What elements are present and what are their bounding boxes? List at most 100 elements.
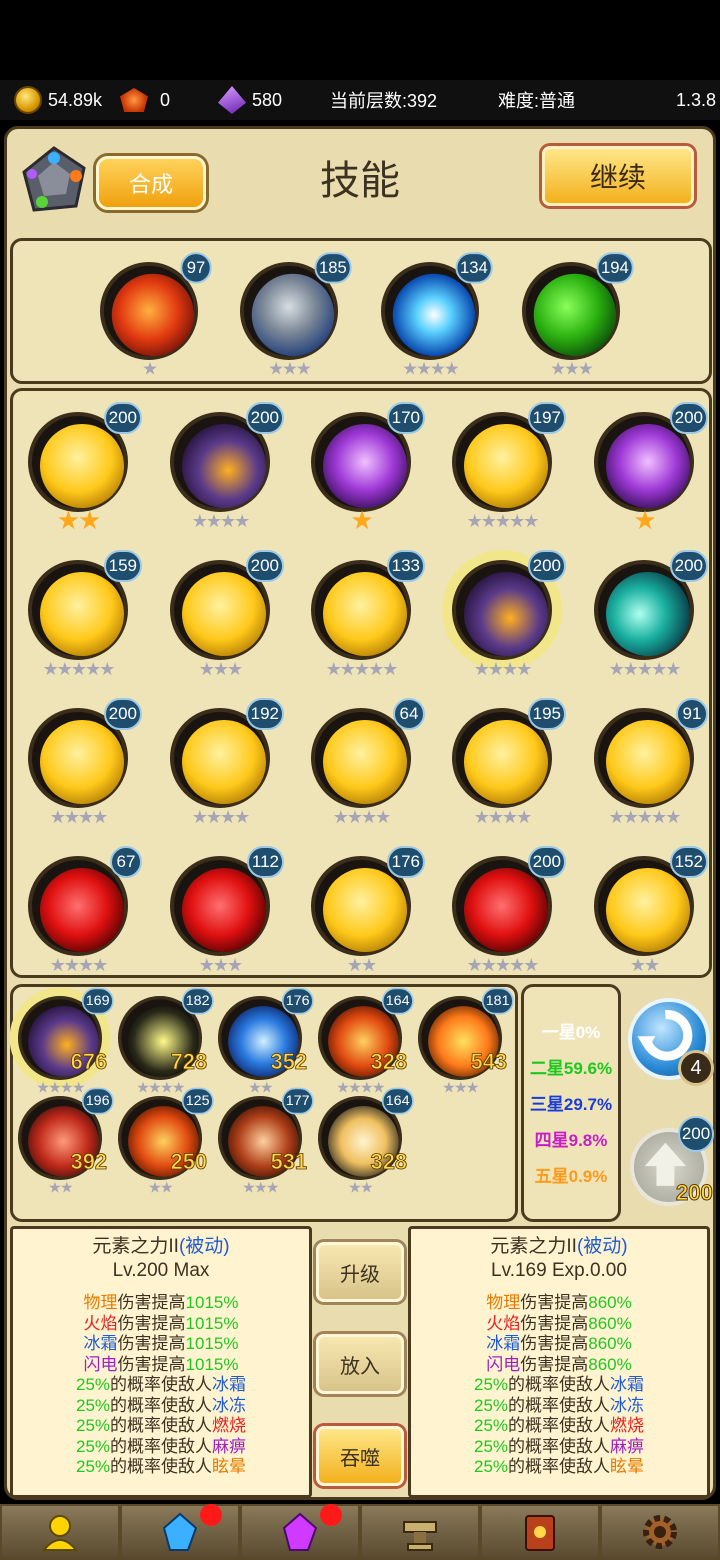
- nav-tab-settings[interactable]: [600, 1504, 720, 1560]
- chance-four-star: 四星9.8%: [534, 1131, 608, 1150]
- star-rating: ★★: [148, 1179, 173, 1196]
- star-rating: ★★★★: [49, 807, 109, 827]
- equipped-skill[interactable]: 185 ★★★: [240, 252, 352, 378]
- gear-icon: [643, 1515, 677, 1549]
- inventory-skill-slot[interactable]: 176 352 ★★: [218, 987, 314, 1095]
- grid-skill-slot[interactable]: 200 ★★★: [170, 550, 284, 678]
- grid-skill-slot[interactable]: 176 ★★: [311, 846, 425, 974]
- purple-gem-icon: [282, 1512, 318, 1551]
- star-chance-panel: 一星0% 二星59.6% 三星29.7% 四星9.8% 五星0.9%: [521, 984, 621, 1222]
- skill-count: 728: [170, 1048, 208, 1075]
- equipped-skill[interactable]: 194 ★★★: [522, 252, 634, 378]
- grid-skill-slot[interactable]: 200 ★★★★: [28, 698, 142, 826]
- inventory-skill-slot[interactable]: 125 250 ★★: [118, 1087, 214, 1195]
- grid-skill-slot[interactable]: 200 ★★★★★: [594, 550, 708, 678]
- gem-value: 0: [160, 89, 171, 110]
- coin-value: 54.89k: [48, 89, 103, 110]
- gold-skill-icon: [323, 572, 407, 656]
- version-label: 1.3.8: [676, 89, 717, 110]
- star-rating: ★★★★: [473, 659, 533, 679]
- difficulty-label: 难度:普通: [498, 91, 576, 111]
- status-chance-line: 25%的概率使敌人麻痹: [473, 1436, 645, 1456]
- grid-skill-slot[interactable]: 133 ★★★★★: [311, 550, 425, 678]
- gold-skill-icon: [182, 572, 266, 656]
- star-rating: ★★★★★: [608, 659, 682, 679]
- upgrade-button[interactable]: 升级: [316, 1242, 404, 1302]
- place-button[interactable]: 放入: [316, 1334, 404, 1394]
- equipped-skill[interactable]: 134 ★★★★: [381, 252, 493, 378]
- grid-skill-slot[interactable]: 200 ★★★★: [452, 550, 566, 678]
- nav-tab-forge[interactable]: [360, 1504, 480, 1560]
- nav-tab-purple-gem[interactable]: [240, 1504, 360, 1560]
- grid-skill-slot[interactable]: 195 ★★★★: [452, 698, 566, 826]
- grid-skill-slot[interactable]: 159 ★★★★★: [28, 550, 142, 678]
- skill-level-badge: 200: [527, 550, 566, 582]
- stone-skill-icon: [251, 273, 335, 357]
- combine-button[interactable]: 合成: [96, 156, 206, 210]
- skill-level-badge: 176: [386, 846, 425, 878]
- skill-level-badge: 200: [245, 550, 284, 582]
- star-rating: ★★★★★: [466, 511, 540, 531]
- nav-tab-hero[interactable]: [0, 1504, 120, 1560]
- fire-skill-icon: [111, 273, 195, 357]
- skill-level-badge: 164: [381, 1087, 414, 1115]
- star-rating: ★★: [348, 1179, 373, 1196]
- status-bar: [0, 0, 720, 80]
- star-rating: ★★★★★: [42, 659, 116, 679]
- skill-tag: (被动): [576, 1236, 628, 1257]
- grid-skill-slot[interactable]: 200 ★★★★: [170, 402, 284, 530]
- status-chance-line: 25%的概率使敌人麻痹: [75, 1436, 247, 1456]
- inventory-skill-slot[interactable]: 196 392 ★★: [18, 1087, 114, 1195]
- coin-counter: 54.89k: [14, 86, 102, 114]
- inventory-skill-slot[interactable]: 177 531 ★★★: [218, 1087, 314, 1195]
- damage-bonus-line: 火焰伤害提高1015%: [83, 1313, 239, 1333]
- nav-tab-blue-gem[interactable]: [120, 1504, 240, 1560]
- skill-level-badge: 169: [81, 987, 114, 1015]
- skill-level-badge: 200: [103, 698, 142, 730]
- skill-level-badge: 91: [676, 698, 708, 730]
- grid-skill-slot[interactable]: 192 ★★★★: [170, 698, 284, 826]
- skill-count: 676: [70, 1048, 108, 1075]
- skill-count: 328: [370, 1048, 408, 1075]
- inventory-skill-slot[interactable]: 169 676 ★★★★: [18, 987, 114, 1095]
- inventory-skill-slot[interactable]: 181 543 ★★★: [418, 987, 514, 1095]
- inventory-skill-slot[interactable]: 164 328 ★★: [318, 1087, 414, 1195]
- grid-skill-slot[interactable]: 200 ★★: [28, 402, 142, 533]
- dark-skill-icon: [464, 572, 548, 656]
- grid-skill-slot[interactable]: 112 ★★★: [170, 846, 284, 974]
- inventory-skill-slot[interactable]: 182 728 ★★★★: [118, 987, 214, 1095]
- skill-level-badge: 197: [527, 402, 566, 434]
- equipped-skill[interactable]: 97 ★: [100, 252, 212, 378]
- blue-gem-icon: [162, 1512, 198, 1551]
- crystal-counter: 580: [218, 86, 282, 114]
- status-chance-line: 25%的概率使敌人燃烧: [75, 1416, 247, 1435]
- nav-tab-book[interactable]: [480, 1504, 600, 1560]
- grid-skill-slot[interactable]: 197 ★★★★★: [452, 402, 566, 530]
- continue-button[interactable]: 继续: [542, 146, 694, 206]
- grid-skill-slot[interactable]: 170 ★: [311, 402, 425, 533]
- skill-count: 250: [170, 1148, 208, 1175]
- damage-bonus-line: 火焰伤害提高860%: [486, 1313, 632, 1333]
- grid-skill-slot[interactable]: 200 ★★★★★: [452, 846, 566, 974]
- skill-level-badge: 196: [81, 1087, 114, 1115]
- grid-skill-slot[interactable]: 67 ★★★★: [28, 846, 142, 974]
- chance-five-star: 五星0.9%: [534, 1167, 608, 1186]
- gold-skill-icon: [182, 720, 266, 804]
- damage-bonus-line: 物理伤害提高860%: [486, 1293, 632, 1312]
- gold-skill-icon: [464, 720, 548, 804]
- grid-skill-slot[interactable]: 64 ★★★★: [311, 698, 425, 826]
- grid-skill-slot[interactable]: 152 ★★: [594, 846, 708, 974]
- inventory-skill-slot[interactable]: 164 328 ★★★★: [318, 987, 414, 1095]
- star-rating: ★★★: [550, 359, 594, 379]
- skill-level-badge: 181: [481, 987, 514, 1015]
- grid-skill-slot[interactable]: 200 ★: [594, 402, 708, 533]
- grid-skill-slot[interactable]: 91 ★★★★★: [594, 698, 708, 826]
- lightning-skill-icon: [323, 424, 407, 508]
- star-rating: ★★★★: [402, 359, 459, 379]
- hero-icon: [41, 1515, 79, 1551]
- fire-gem-icon: [120, 88, 148, 112]
- damage-bonus-line: 闪电伤害提高1015%: [83, 1354, 239, 1374]
- star-rating: ★★★★★: [325, 659, 399, 679]
- devour-button[interactable]: 吞噬: [316, 1426, 404, 1486]
- element-emblem-icon: [22, 146, 86, 212]
